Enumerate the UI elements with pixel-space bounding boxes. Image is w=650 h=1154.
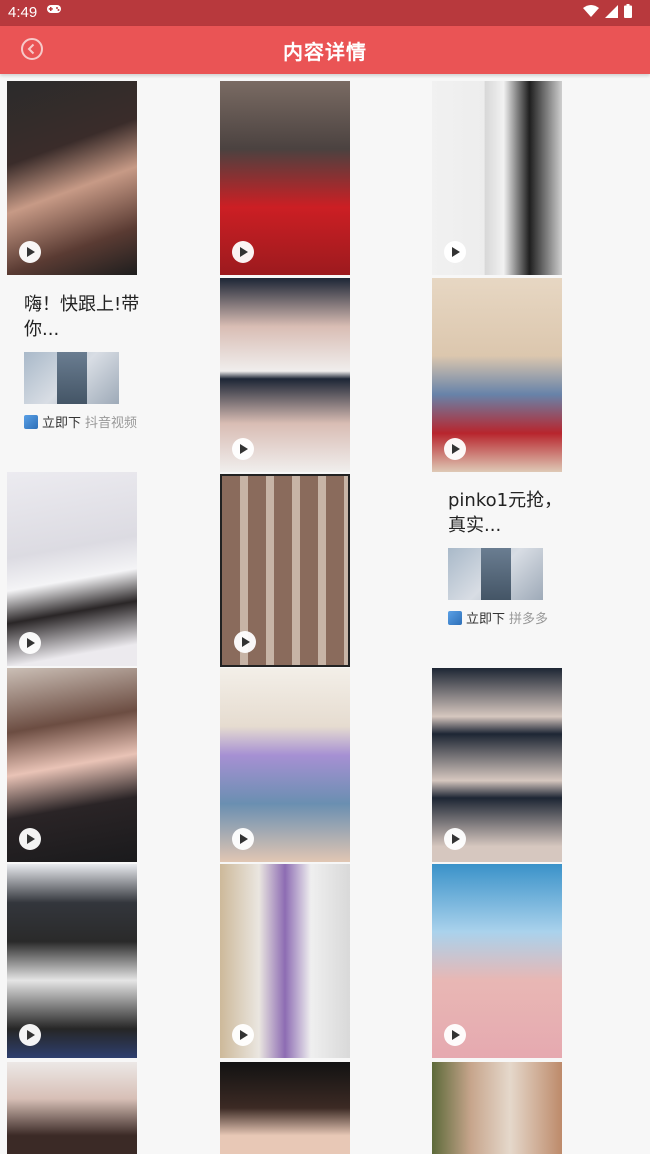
video-tile[interactable]	[220, 864, 350, 1058]
play-icon	[444, 438, 466, 460]
play-icon	[232, 828, 254, 850]
ad-card[interactable]: pinko1元抢，真实... 立即下 拼多多	[448, 488, 578, 627]
wifi-icon	[583, 4, 599, 22]
ad-text: 嗨！快跟上!带你...	[24, 294, 140, 340]
gamepad-icon	[46, 3, 62, 19]
video-tile[interactable]	[7, 864, 137, 1058]
download-icon	[24, 414, 38, 429]
video-tile[interactable]	[220, 81, 350, 275]
play-icon	[19, 1024, 41, 1046]
ad-cta[interactable]: 立即下 抖音视频	[24, 412, 154, 431]
ad-image	[24, 352, 119, 404]
signal-icon	[605, 4, 618, 22]
status-time: 4:49	[8, 4, 38, 21]
ad-image	[448, 548, 543, 600]
play-icon	[19, 632, 41, 654]
play-icon	[234, 631, 256, 653]
video-tile[interactable]	[432, 668, 562, 862]
ad-source: 抖音视频	[85, 416, 138, 431]
video-tile[interactable]	[7, 81, 137, 275]
video-tile[interactable]	[432, 81, 562, 275]
video-tile[interactable]	[220, 278, 350, 472]
status-bar: 4:49	[0, 0, 650, 26]
ad-cta-label: 立即下	[42, 416, 82, 431]
play-icon	[232, 241, 254, 263]
play-icon	[444, 241, 466, 263]
ad-cta[interactable]: 立即下 拼多多	[448, 608, 578, 627]
video-tile[interactable]	[7, 1062, 137, 1154]
play-icon	[232, 1024, 254, 1046]
video-tile[interactable]	[7, 472, 137, 666]
download-icon	[448, 610, 462, 625]
play-icon	[232, 438, 254, 460]
ad-text: pinko1元抢，真实...	[448, 490, 563, 536]
ad-source: 拼多多	[509, 612, 549, 627]
app-toolbar: 内容详情	[0, 26, 650, 74]
ad-card[interactable]: 嗨！快跟上!带你... 立即下 抖音视频	[24, 292, 154, 431]
video-tile[interactable]	[220, 474, 350, 667]
video-tile[interactable]	[7, 668, 137, 862]
video-tile[interactable]	[432, 278, 562, 472]
battery-icon	[624, 4, 632, 22]
play-icon	[19, 241, 41, 263]
page-title: 内容详情	[283, 40, 367, 64]
play-icon	[444, 828, 466, 850]
video-tile[interactable]	[432, 1062, 562, 1154]
play-icon	[19, 828, 41, 850]
video-tile[interactable]	[220, 668, 350, 862]
video-tile[interactable]	[432, 864, 562, 1058]
play-icon	[444, 1024, 466, 1046]
video-tile[interactable]	[220, 1062, 350, 1154]
ad-cta-label: 立即下	[466, 612, 506, 627]
